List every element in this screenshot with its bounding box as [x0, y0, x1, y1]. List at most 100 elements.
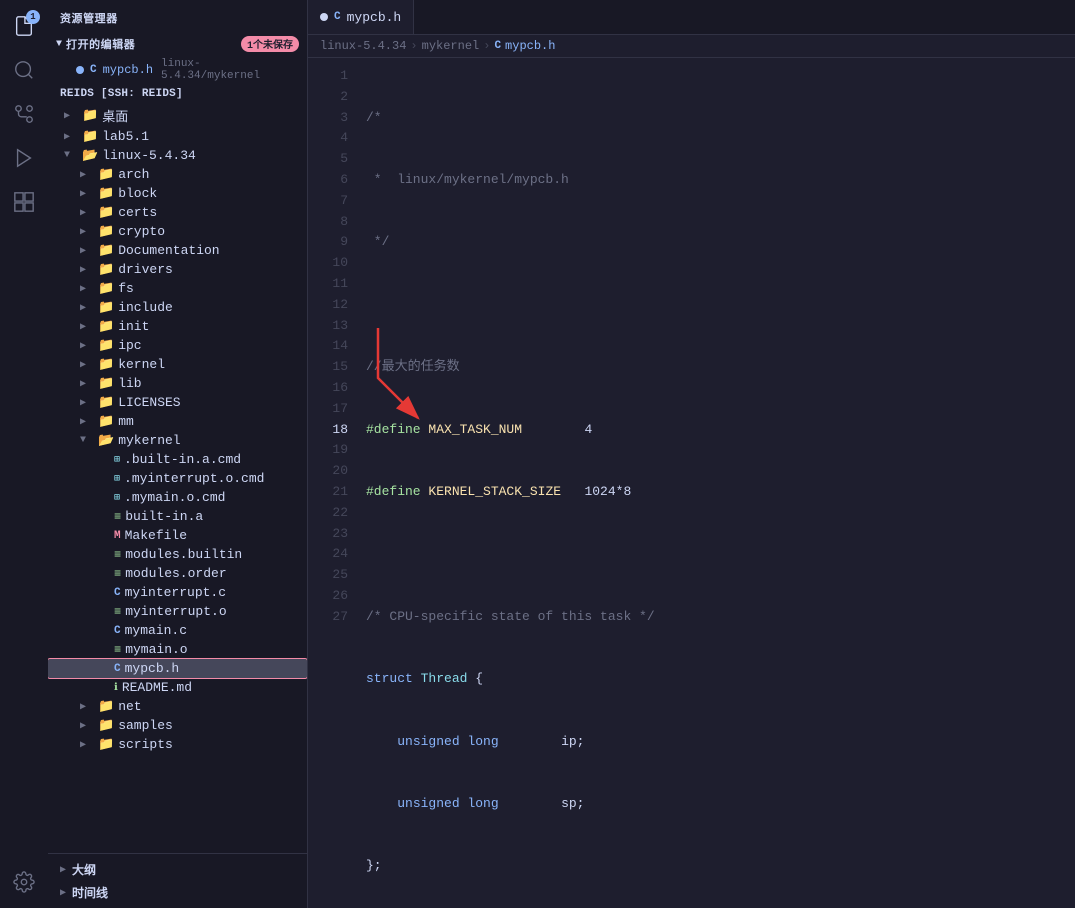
file-tree: ▶ 📁 桌面 ▶ 📁 lab5.1 ▼ 📂 linux-5.4.34 ▶ 📁 a…	[48, 104, 307, 853]
chevron-icon: ▶	[60, 887, 66, 899]
code-line-3: */	[366, 232, 1075, 253]
sidebar-item-desktop[interactable]: ▶ 📁 桌面	[48, 104, 307, 127]
sidebar-item-kernel[interactable]: ▶ 📁 kernel	[48, 355, 307, 374]
code-line-10: struct Thread {	[366, 669, 1075, 690]
sidebar-item-label: lib	[118, 376, 141, 391]
sidebar-item-mykernel[interactable]: ▼ 📂 mykernel	[48, 431, 307, 450]
code-line-6: #define MAX_TASK_NUM 4	[366, 420, 1075, 441]
sidebar-item-label: modules.builtin	[125, 547, 242, 562]
sidebar-item-modules-order[interactable]: ▶ ≡ modules.order	[48, 564, 307, 583]
sidebar-item-makefile[interactable]: ▶ M Makefile	[48, 526, 307, 545]
sidebar-item-documentation[interactable]: ▶ 📁 Documentation	[48, 241, 307, 260]
sidebar-item-label: myinterrupt.c	[125, 585, 226, 600]
sidebar-item-myinterrupt-cmd[interactable]: ▶ ⊞ .myinterrupt.o.cmd	[48, 469, 307, 488]
sidebar-item-ipc[interactable]: ▶ 📁 ipc	[48, 336, 307, 355]
sidebar-item-label: init	[118, 319, 149, 334]
sidebar-item-readme[interactable]: ▶ ℹ README.md	[48, 678, 307, 697]
sidebar-item-certs[interactable]: ▶ 📁 certs	[48, 203, 307, 222]
sidebar-item-drivers[interactable]: ▶ 📁 drivers	[48, 260, 307, 279]
editor-area: C mypcb.h linux-5.4.34 › mykernel › C my…	[308, 0, 1075, 908]
sidebar-item-label: modules.order	[125, 566, 226, 581]
breadcrumb-file[interactable]: C mypcb.h	[494, 39, 555, 53]
sidebar-item-builtin-a[interactable]: ▶ ≡ built-in.a	[48, 507, 307, 526]
settings-icon[interactable]	[6, 864, 42, 900]
sidebar-item-block[interactable]: ▶ 📁 block	[48, 184, 307, 203]
file-icon: C	[114, 625, 121, 637]
run-debug-icon[interactable]	[6, 140, 42, 176]
chevron-icon: ▶	[80, 207, 94, 219]
activity-bar	[0, 0, 48, 908]
sidebar-item-mypcb-h[interactable]: ▶ C mypcb.h	[48, 659, 307, 678]
sidebar-outline[interactable]: ▶ 大纲	[48, 858, 307, 881]
breadcrumb-linux[interactable]: linux-5.4.34	[320, 39, 406, 53]
sidebar-item-label: Makefile	[125, 528, 187, 543]
sidebar-item-label: block	[118, 186, 157, 201]
ln-17: 17	[308, 399, 348, 420]
chevron-icon: ▶	[80, 245, 94, 257]
modified-dot	[76, 66, 84, 74]
sidebar-item-crypto[interactable]: ▶ 📁 crypto	[48, 222, 307, 241]
open-editor-path: linux-5.4.34/mykernel	[161, 58, 299, 82]
sidebar-item-label: 桌面	[102, 106, 128, 125]
ln-13: 13	[308, 316, 348, 337]
folder-icon: 📁	[98, 300, 114, 315]
sidebar-item-mymain-cmd[interactable]: ▶ ⊞ .mymain.o.cmd	[48, 488, 307, 507]
sidebar-item-label: myinterrupt.o	[125, 604, 226, 619]
open-editor-name: mypcb.h	[103, 63, 153, 77]
sidebar-item-label: README.md	[122, 680, 192, 695]
folder-icon: 📁	[98, 205, 114, 220]
code-editor: 1 2 3 4 5 6 7 8 9 10 11 12 13 14 15 16 1…	[308, 58, 1075, 908]
search-icon[interactable]	[6, 52, 42, 88]
sidebar-item-mymain-o[interactable]: ▶ ≡ mymain.o	[48, 640, 307, 659]
breadcrumb-mykernel[interactable]: mykernel	[422, 39, 480, 53]
sidebar-item-builtin-cmd[interactable]: ▶ ⊞ .built-in.a.cmd	[48, 450, 307, 469]
sidebar-item-net[interactable]: ▶ 📁 net	[48, 697, 307, 716]
tab-bar: C mypcb.h	[308, 0, 1075, 35]
chevron-icon: ▶	[60, 864, 66, 876]
file-icon: ≡	[114, 605, 121, 619]
files-icon[interactable]	[6, 8, 42, 44]
sidebar-item-licenses[interactable]: ▶ 📁 LICENSES	[48, 393, 307, 412]
unsaved-badge: 1个未保存	[241, 36, 299, 52]
chevron-icon: ▶	[80, 226, 94, 238]
sidebar-item-myinterrupt-o[interactable]: ▶ ≡ myinterrupt.o	[48, 602, 307, 621]
sidebar-item-arch[interactable]: ▶ 📁 arch	[48, 165, 307, 184]
activity-bar-bottom	[6, 864, 42, 900]
sidebar-item-label: fs	[118, 281, 134, 296]
sidebar-item-myinterrupt-c[interactable]: ▶ C myinterrupt.c	[48, 583, 307, 602]
sidebar-item-fs[interactable]: ▶ 📁 fs	[48, 279, 307, 298]
chevron-icon: ▶	[80, 188, 94, 200]
sidebar-item-scripts[interactable]: ▶ 📁 scripts	[48, 735, 307, 754]
breadcrumb-sep: ›	[410, 39, 417, 53]
sidebar-item-label: .built-in.a.cmd	[124, 452, 241, 467]
sidebar-timeline[interactable]: ▶ 时间线	[48, 881, 307, 904]
code-line-4	[366, 295, 1075, 316]
ln-20: 20	[308, 461, 348, 482]
open-editors-header[interactable]: ▼ 打开的编辑器 1个未保存	[48, 32, 307, 56]
sidebar-item-mymain-c[interactable]: ▶ C mymain.c	[48, 621, 307, 640]
source-control-icon[interactable]	[6, 96, 42, 132]
ln-16: 16	[308, 378, 348, 399]
ln-19: 19	[308, 440, 348, 461]
file-icon: ≡	[114, 567, 121, 581]
file-icon: C	[114, 587, 121, 599]
sidebar-item-lib[interactable]: ▶ 📁 lib	[48, 374, 307, 393]
ln-15: 15	[308, 357, 348, 378]
sidebar-item-modules-builtin[interactable]: ▶ ≡ modules.builtin	[48, 545, 307, 564]
ln-3: 3	[308, 108, 348, 129]
code-line-13: };	[366, 856, 1075, 877]
sidebar-title: 资源管理器	[48, 0, 307, 32]
sidebar-item-lab51[interactable]: ▶ 📁 lab5.1	[48, 127, 307, 146]
sidebar-item-linux[interactable]: ▼ 📂 linux-5.4.34	[48, 146, 307, 165]
sidebar-item-init[interactable]: ▶ 📁 init	[48, 317, 307, 336]
code-line-8	[366, 544, 1075, 565]
code-line-7: #define KERNEL_STACK_SIZE 1024*8	[366, 482, 1075, 503]
tab-mypcb[interactable]: C mypcb.h	[308, 0, 414, 34]
extensions-icon[interactable]	[6, 184, 42, 220]
open-editor-mypcb[interactable]: C mypcb.h linux-5.4.34/mykernel	[48, 56, 307, 84]
tab-modified-dot	[320, 13, 328, 21]
sidebar-item-include[interactable]: ▶ 📁 include	[48, 298, 307, 317]
code-content[interactable]: /* * linux/mykernel/mypcb.h */ //最大的任务数 …	[358, 58, 1075, 908]
sidebar-item-mm[interactable]: ▶ 📁 mm	[48, 412, 307, 431]
sidebar-item-samples[interactable]: ▶ 📁 samples	[48, 716, 307, 735]
